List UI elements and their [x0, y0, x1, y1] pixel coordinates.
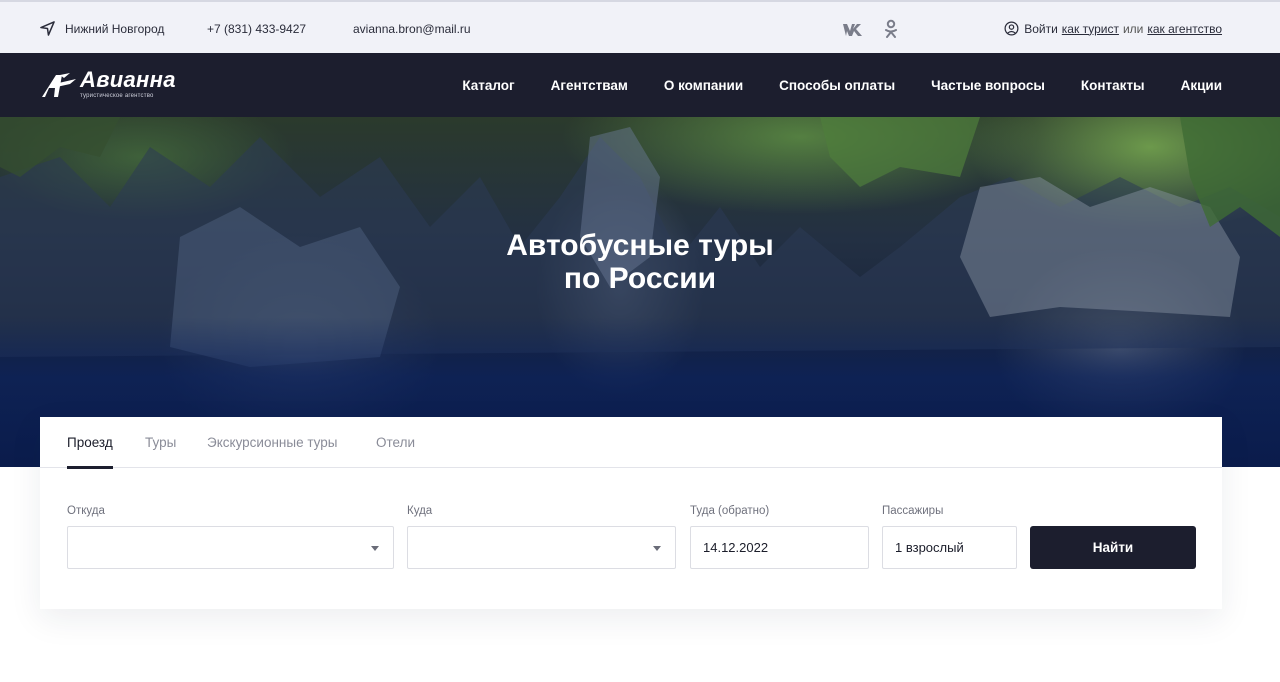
- nav-item-payment[interactable]: Способы оплаты: [779, 78, 895, 93]
- nav-item-promotions[interactable]: Акции: [1181, 78, 1222, 93]
- date-field[interactable]: 14.12.2022: [690, 526, 869, 569]
- odnoklassniki-icon[interactable]: [884, 2, 898, 55]
- nav-item-contacts[interactable]: Контакты: [1081, 78, 1145, 93]
- email-link[interactable]: avianna.bron@mail.ru: [353, 2, 471, 55]
- search-panel: Проезд Туры Экскурсионные туры Отели Отк…: [40, 417, 1222, 609]
- passengers-value: 1 взрослый: [895, 540, 964, 555]
- nav-item-faq[interactable]: Частые вопросы: [931, 78, 1045, 93]
- hero-title: Автобусные туры по России: [0, 229, 1280, 295]
- main-navbar: Авианна туристическое агентство Каталог …: [0, 53, 1280, 117]
- tab-tours[interactable]: Туры: [145, 417, 176, 468]
- tab-transfer[interactable]: Проезд: [67, 417, 113, 469]
- hero-title-line2-bold: России: [608, 262, 717, 295]
- city-selector[interactable]: Нижний Новгород: [40, 2, 164, 55]
- passengers-label: Пассажиры: [882, 505, 944, 517]
- tab-hotels[interactable]: Отели: [376, 417, 415, 468]
- login-or: или: [1122, 21, 1144, 36]
- chevron-down-icon: [371, 546, 379, 551]
- date-value: 14.12.2022: [703, 540, 769, 555]
- to-label: Куда: [407, 505, 433, 517]
- from-select[interactable]: [67, 526, 394, 569]
- phone-link[interactable]: +7 (831) 433-9427: [207, 2, 306, 55]
- top-bar: Нижний Новгород +7 (831) 433-9427 aviann…: [0, 0, 1280, 53]
- to-select[interactable]: [407, 526, 676, 569]
- logo-brand: Авианна: [80, 67, 176, 92]
- search-submit-button[interactable]: Найти: [1030, 526, 1196, 569]
- nav-item-catalog[interactable]: Каталог: [462, 78, 514, 93]
- login-agency-link[interactable]: как агентство: [1147, 22, 1222, 36]
- login-tourist-link[interactable]: как турист: [1062, 22, 1119, 36]
- vk-icon[interactable]: [842, 2, 866, 55]
- logo[interactable]: Авианна туристическое агентство: [40, 67, 200, 101]
- date-label: Туда (обратно): [690, 505, 770, 517]
- nav-item-agencies[interactable]: Агентствам: [551, 78, 628, 93]
- chevron-down-icon: [653, 546, 661, 551]
- hero-banner: Автобусные туры по России: [0, 117, 1280, 467]
- login-area: Войти как турист или как агентство: [1004, 2, 1222, 55]
- from-label: Откуда: [67, 505, 105, 517]
- location-arrow-icon: [40, 21, 55, 36]
- passengers-field[interactable]: 1 взрослый: [882, 526, 1017, 569]
- nav-item-about[interactable]: О компании: [664, 78, 743, 93]
- main-nav: Каталог Агентствам О компании Способы оп…: [426, 53, 1222, 117]
- logo-plane-icon: [42, 73, 76, 97]
- hero-title-line2-prefix: по: [563, 262, 601, 295]
- search-tabs: Проезд Туры Экскурсионные туры Отели: [40, 417, 1222, 469]
- city-label: Нижний Новгород: [65, 21, 165, 36]
- tab-excursion-tours[interactable]: Экскурсионные туры: [207, 417, 338, 468]
- login-prefix: Войти: [1024, 21, 1058, 36]
- hero-title-line1: Автобусные туры: [506, 229, 774, 262]
- user-circle-icon: [1004, 21, 1019, 36]
- logo-tagline: туристическое агентство: [80, 93, 154, 99]
